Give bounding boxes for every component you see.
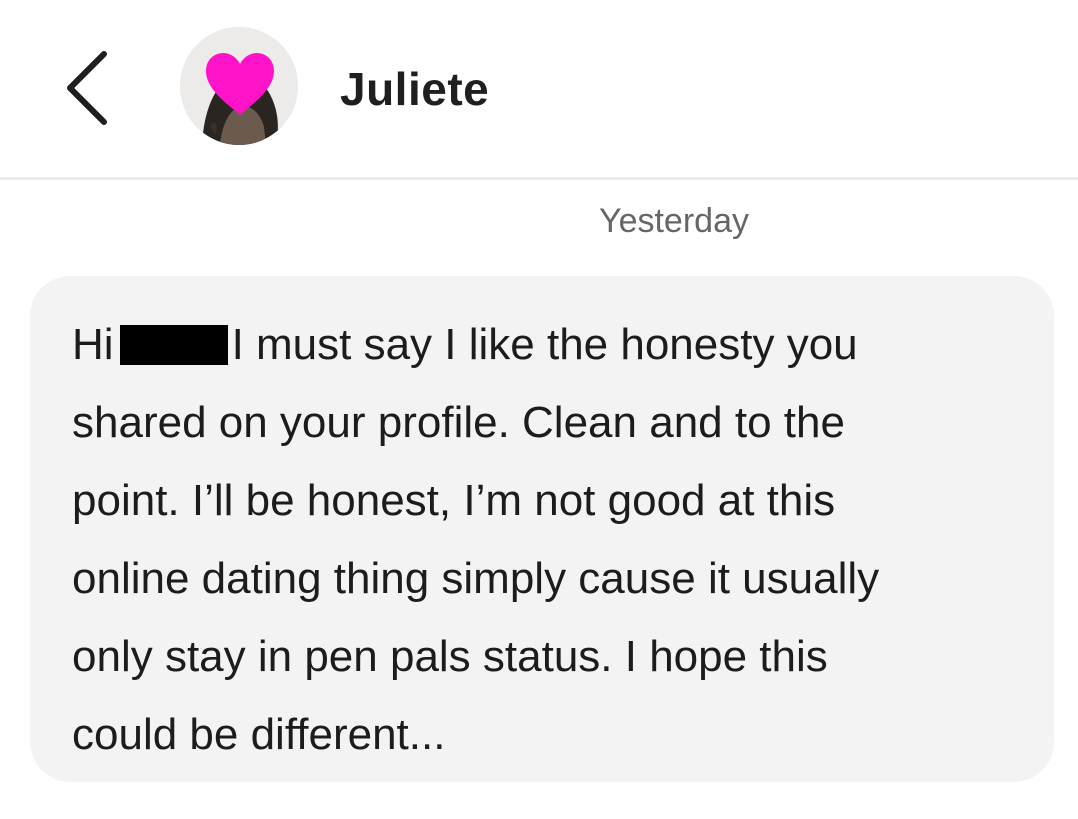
chevron-left-icon [67,51,107,125]
message-line-2: shared on your profile. Clean and to the [72,398,845,447]
date-separator: Yesterday [599,202,749,240]
message-line-1: I must say I like the honesty you [231,320,858,369]
heart-icon [206,53,274,115]
chat-header: Juliete [0,0,1078,180]
message-line: Hi I must say I like the honesty you [72,306,1014,384]
message-line-6: could be different... [72,710,446,759]
chat-screen: Juliete Yesterday Hi I must say I like th… [0,0,1078,819]
message-line-4: online dating thing simply cause it usua… [72,554,880,603]
avatar[interactable] [180,27,298,145]
message-greeting: Hi [72,320,114,369]
message-line-5: only stay in pen pals status. I hope thi… [72,632,828,681]
back-button[interactable] [60,50,120,126]
message-line-3: point. I’ll be honest, I’m not good at t… [72,476,836,525]
message-bubble[interactable]: Hi I must say I like the honesty you shar… [30,276,1054,782]
contact-name[interactable]: Juliete [340,62,489,116]
redaction-box [119,325,228,365]
